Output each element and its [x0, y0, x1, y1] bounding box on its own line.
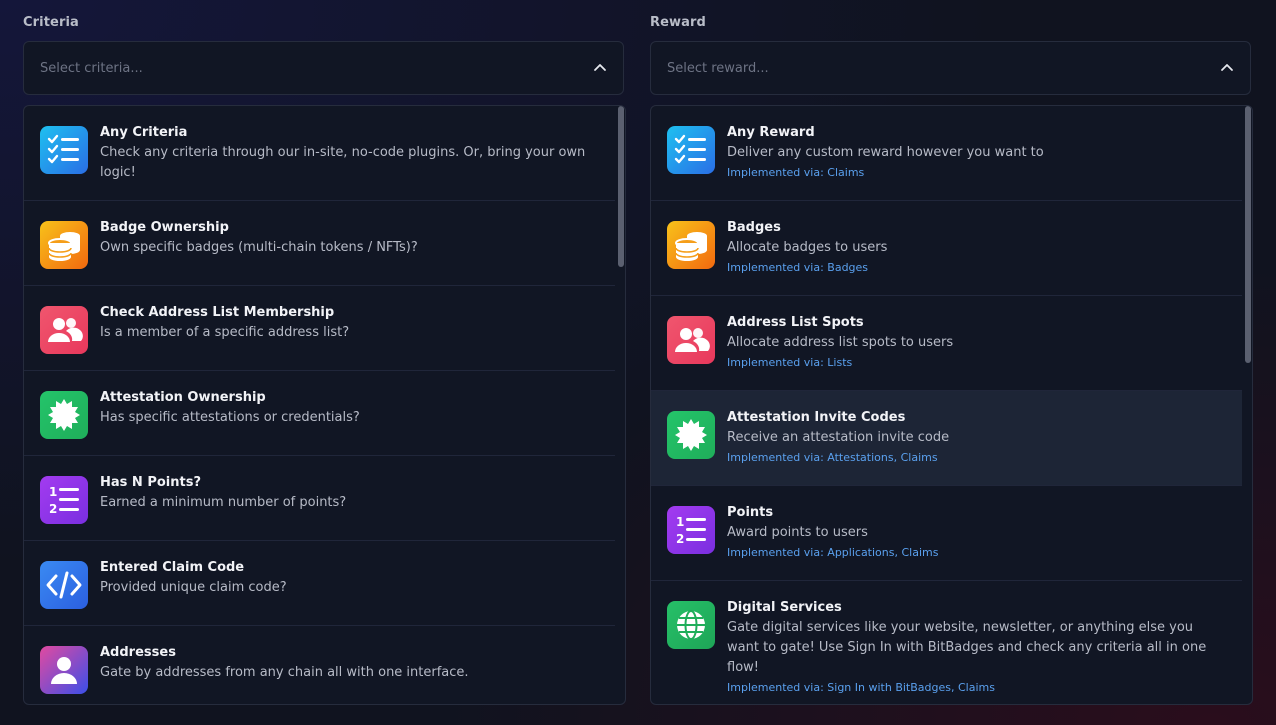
option-title: Address List Spots [727, 315, 864, 330]
users-icon [667, 316, 715, 364]
option-description: Allocate badges to users [727, 240, 888, 255]
reward-select[interactable]: Select reward... [650, 41, 1251, 95]
reward-option-any-reward[interactable]: Any Reward Deliver any custom reward how… [651, 106, 1242, 201]
chevron-up-icon[interactable] [593, 62, 607, 72]
implemented-via: Implemented via: Attestations, Claims [727, 451, 938, 464]
option-description: Own specific badges (multi-chain tokens … [100, 240, 418, 255]
users-icon [40, 306, 88, 354]
option-title: Addresses [100, 645, 176, 660]
option-title: Check Address List Membership [100, 305, 335, 320]
chevron-up-icon[interactable] [1220, 62, 1234, 72]
criteria-option-any-criteria[interactable]: Any Criteria Check any criteria through … [24, 106, 615, 201]
code-icon [40, 561, 88, 609]
criteria-select-placeholder: Select criteria... [40, 61, 143, 76]
criteria-scrollbar[interactable] [618, 106, 624, 267]
implemented-via: Implemented via: Claims [727, 166, 865, 179]
reward-scrollbar[interactable] [1245, 106, 1251, 363]
option-description: Deliver any custom reward however you wa… [727, 145, 1044, 160]
svg-text:2: 2 [49, 502, 57, 516]
criteria-option-badge-ownership[interactable]: Badge Ownership Own specific badges (mul… [24, 201, 615, 286]
coins-icon [40, 221, 88, 269]
svg-text:1: 1 [49, 485, 57, 499]
option-description: Has specific attestations or credentials… [100, 410, 360, 425]
criteria-option-points[interactable]: 1 2 Has N Points? Earned a minimum numbe… [24, 456, 615, 541]
option-title: Has N Points? [100, 475, 201, 490]
option-title: Attestation Ownership [100, 390, 266, 405]
reward-select-placeholder: Select reward... [667, 61, 769, 76]
option-title: Any Criteria [100, 125, 188, 140]
user-icon [40, 646, 88, 694]
criteria-option-addresses[interactable]: Addresses Gate by addresses from any cha… [24, 626, 615, 704]
implemented-via: Implemented via: Lists [727, 356, 853, 369]
svg-text:1: 1 [676, 515, 684, 529]
numbered-list-icon: 1 2 [40, 476, 88, 524]
option-title: Any Reward [727, 125, 815, 140]
svg-text:2: 2 [676, 532, 684, 546]
checklist-icon [667, 126, 715, 174]
implemented-via: Implemented via: Badges [727, 261, 869, 274]
reward-option-points[interactable]: 1 2 Points Award points to users Impleme… [651, 486, 1242, 581]
option-title: Badges [727, 220, 781, 235]
reward-label: Reward [650, 15, 706, 30]
option-title: Badge Ownership [100, 220, 229, 235]
option-description: Check any criteria through our in-site, … [100, 145, 586, 180]
implemented-via: Implemented via: Sign In with BitBadges,… [727, 681, 995, 694]
criteria-option-attestation[interactable]: Attestation Ownership Has specific attes… [24, 371, 615, 456]
reward-option-digital-services[interactable]: Digital Services Gate digital services l… [651, 581, 1242, 704]
option-description: Earned a minimum number of points? [100, 495, 347, 510]
option-title: Digital Services [727, 600, 842, 615]
option-description: Is a member of a specific address list? [100, 325, 350, 340]
option-description: Provided unique claim code? [100, 580, 287, 595]
criteria-option-address-list[interactable]: Check Address List Membership Is a membe… [24, 286, 615, 371]
criteria-select[interactable]: Select criteria... [23, 41, 624, 95]
criteria-option-claim-code[interactable]: Entered Claim Code Provided unique claim… [24, 541, 615, 626]
option-description: Gate by addresses from any chain all wit… [100, 665, 469, 680]
numbered-list-icon: 1 2 [667, 506, 715, 554]
reward-option-badges[interactable]: Badges Allocate badges to users Implemen… [651, 201, 1242, 296]
globe-icon [667, 601, 715, 649]
coins-icon [667, 221, 715, 269]
option-title: Points [727, 505, 774, 520]
implemented-via: Implemented via: Applications, Claims [727, 546, 939, 559]
option-title: Attestation Invite Codes [727, 410, 906, 425]
criteria-label: Criteria [23, 15, 79, 30]
checklist-icon [40, 126, 88, 174]
badge-seal-icon [667, 411, 715, 459]
reward-option-address-list-spots[interactable]: Address List Spots Allocate address list… [651, 296, 1242, 391]
reward-option-attestation-invite-codes[interactable]: Attestation Invite Codes Receive an atte… [651, 391, 1242, 486]
reward-options-list[interactable]: Any Reward Deliver any custom reward how… [650, 105, 1253, 705]
option-description: Receive an attestation invite code [727, 430, 950, 445]
option-description: Award points to users [727, 525, 868, 540]
option-title: Entered Claim Code [100, 560, 245, 575]
option-description: Allocate address list spots to users [727, 335, 954, 350]
badge-seal-icon [40, 391, 88, 439]
option-description: Gate digital services like your website,… [727, 620, 1207, 675]
criteria-options-list[interactable]: Any Criteria Check any criteria through … [23, 105, 626, 705]
